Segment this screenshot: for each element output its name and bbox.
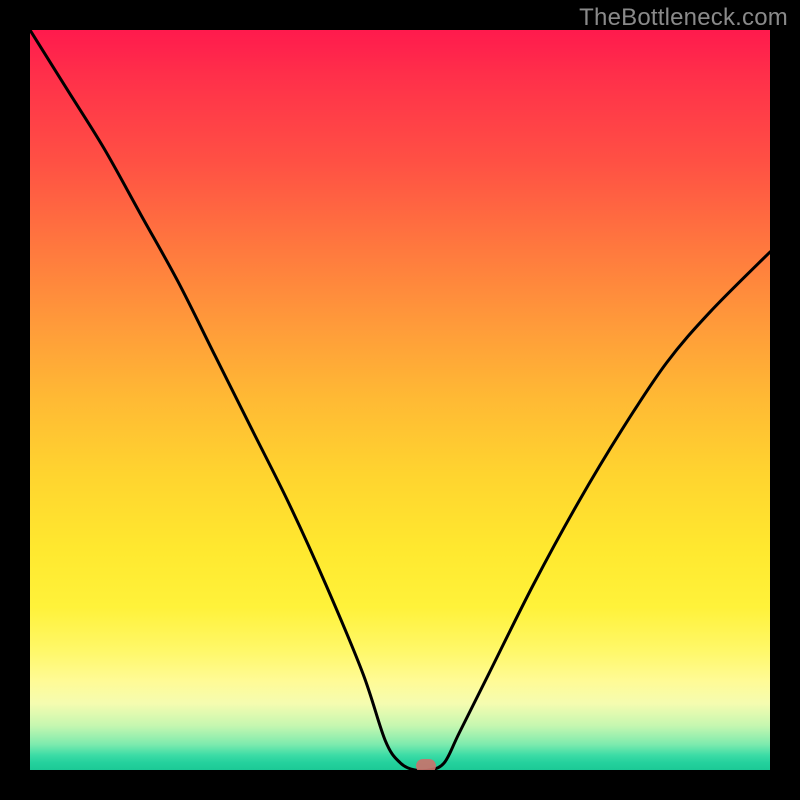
bottleneck-curve [30,30,770,770]
plot-area [30,30,770,770]
plot-inner [30,30,770,770]
attribution-label: TheBottleneck.com [579,4,788,32]
optimal-point-marker [416,759,436,770]
chart-container: TheBottleneck.com [0,0,800,800]
